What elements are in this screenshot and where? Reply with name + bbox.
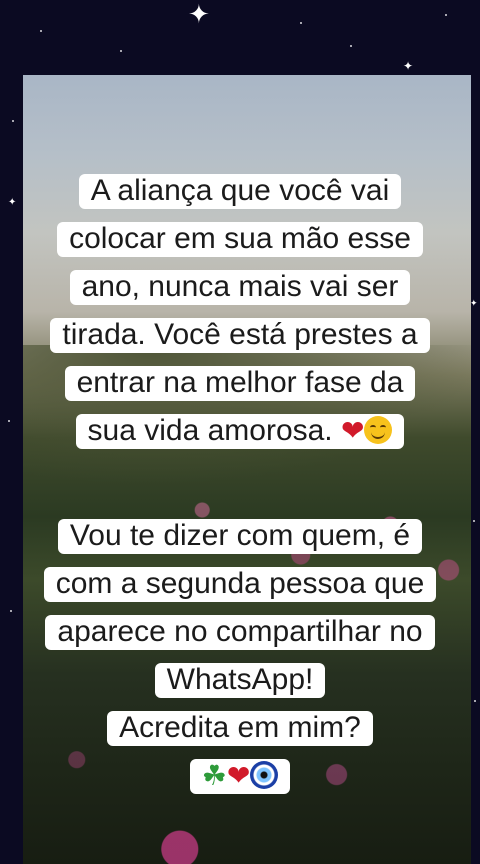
sparkle-star-icon: ✦ — [403, 59, 414, 73]
caption-line: tirada. Você está prestes a — [0, 311, 480, 359]
star-dot — [445, 14, 447, 16]
heart-icon: ❤ — [341, 414, 365, 447]
caption-line: A aliança que você vai — [0, 167, 480, 215]
star-dot — [12, 120, 14, 122]
caption-line: aparece no compartilhar no — [0, 608, 480, 656]
star-dot — [350, 45, 352, 47]
message-caption-1: A aliança que você vai colocar em sua mã… — [0, 167, 480, 455]
caption-line: com a segunda pessoa que — [0, 560, 480, 608]
caption-line: entrar na melhor fase da — [0, 359, 480, 407]
nazar-amulet-icon — [250, 761, 279, 789]
caption-line: sua vida amorosa. ❤ — [0, 407, 480, 455]
caption-line: Vou te dizer com quem, é — [0, 512, 480, 560]
message-caption-2: Vou te dizer com quem, é com a segunda p… — [0, 512, 480, 800]
caption-line: ano, nunca mais vai ser — [0, 263, 480, 311]
caption-line: WhatsApp! — [0, 656, 480, 704]
smiling-face-icon — [364, 416, 393, 444]
caption-line: Acredita em mim? — [0, 704, 480, 752]
caption-line: colocar em sua mão esse — [0, 215, 480, 263]
star-dot — [300, 22, 302, 24]
heart-icon: ❤ — [226, 759, 251, 792]
emoji-line: ☘❤ — [0, 752, 480, 800]
sparkle-star-icon: ✦ — [188, 0, 210, 30]
star-dot — [40, 30, 42, 32]
four-leaf-clover-icon: ☘ — [201, 759, 227, 792]
star-dot — [120, 50, 122, 52]
